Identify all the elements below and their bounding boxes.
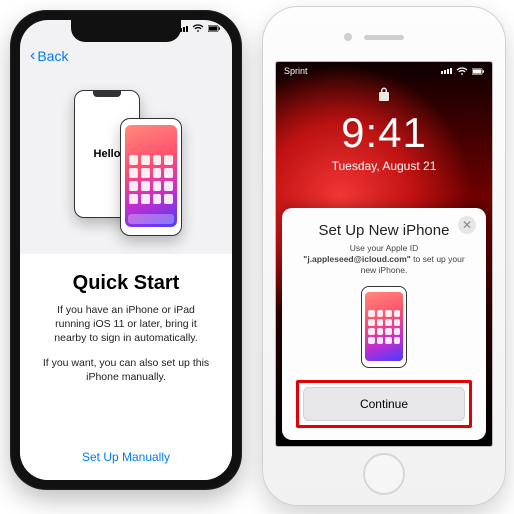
continue-button[interactable]: Continue xyxy=(303,387,465,421)
home-button[interactable] xyxy=(363,453,405,495)
sheet-subtitle: Use your Apple ID "j.appleseed@icloud.co… xyxy=(296,243,472,276)
wifi-icon xyxy=(192,24,204,33)
carrier-label: Sprint xyxy=(284,66,308,76)
setup-sheet: ✕ Set Up New iPhone Use your Apple ID "j… xyxy=(282,208,486,440)
iphone-x-device: ‹ Back Hello xyxy=(10,10,242,490)
illustration-phone-home xyxy=(120,118,182,236)
lock-icon xyxy=(276,86,492,105)
front-camera xyxy=(344,33,352,41)
lock-status-bar: Sprint xyxy=(276,62,492,80)
highlight-box: Continue xyxy=(296,380,472,428)
iphone-x-screen: ‹ Back Hello xyxy=(20,20,232,480)
chevron-left-icon: ‹ xyxy=(30,48,35,64)
set-up-manually-link[interactable]: Set Up Manually xyxy=(40,442,212,470)
close-button[interactable]: ✕ xyxy=(458,216,476,234)
close-icon: ✕ xyxy=(462,218,472,232)
lock-time: 9:41 xyxy=(276,109,492,157)
quick-start-body: If you have an iPhone or iPad running iO… xyxy=(40,303,212,384)
battery-icon xyxy=(472,67,484,76)
iphone-home-button-device: Sprint 9:41 Tuesday, August 21 ✕ Set Up … xyxy=(262,6,506,506)
battery-icon xyxy=(208,24,220,33)
hero-illustration: Hello xyxy=(20,70,232,254)
back-button[interactable]: ‹ Back xyxy=(30,48,68,64)
notch xyxy=(71,20,181,42)
lock-screen: Sprint 9:41 Tuesday, August 21 ✕ Set Up … xyxy=(275,61,493,447)
sheet-phone-illustration xyxy=(361,286,407,368)
sheet-title: Set Up New iPhone xyxy=(296,222,472,239)
quick-start-title: Quick Start xyxy=(40,272,212,295)
cellular-icon xyxy=(441,68,452,74)
status-bar-right xyxy=(177,24,220,33)
lock-date: Tuesday, August 21 xyxy=(276,159,492,173)
lock-area: 9:41 Tuesday, August 21 xyxy=(276,86,492,173)
speaker-grill xyxy=(364,35,404,40)
quick-start-card: Quick Start If you have an iPhone or iPa… xyxy=(20,254,232,480)
quick-start-p1: If you have an iPhone or iPad running iO… xyxy=(40,303,212,346)
quick-start-p2: If you want, you can also set up this iP… xyxy=(40,356,212,384)
wifi-icon xyxy=(456,67,468,76)
back-label: Back xyxy=(37,48,68,64)
